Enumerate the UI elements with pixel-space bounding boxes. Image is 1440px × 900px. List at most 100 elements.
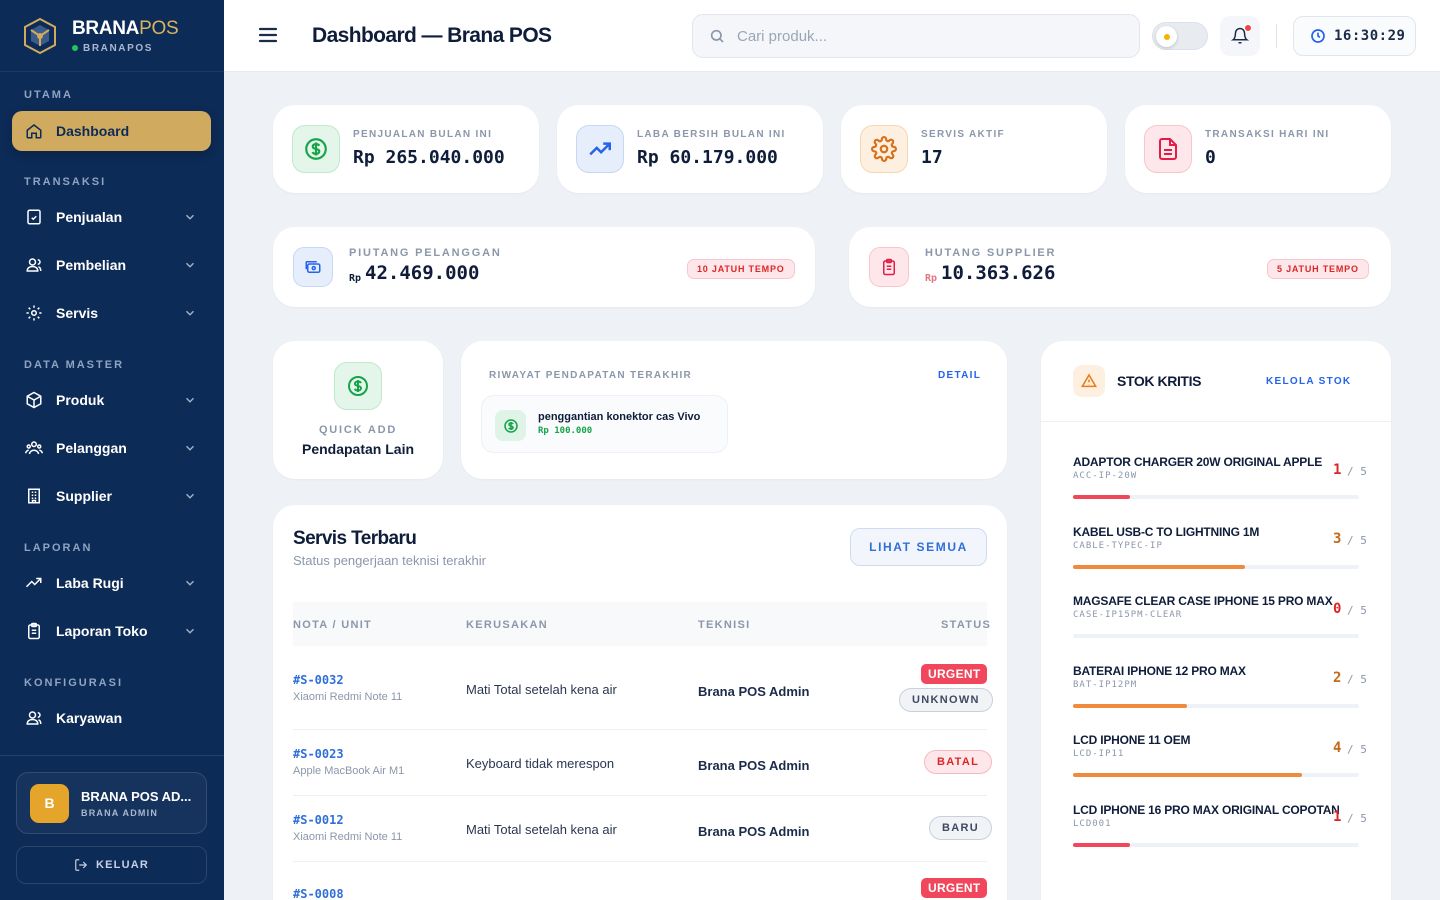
search-box[interactable] (692, 14, 1140, 58)
sidebar-item-produk[interactable]: Produk (12, 380, 211, 420)
detail-link[interactable]: DETAIL (938, 370, 981, 381)
column-header: TEKNISI (698, 619, 751, 631)
user-name: BRANA POS AD... (81, 788, 192, 804)
page-title: Dashboard — Brana POS (312, 24, 552, 47)
nota-link[interactable]: #S-0012 (293, 813, 344, 827)
chevron-down-icon (185, 493, 195, 499)
section-utama: UTAMA (24, 89, 73, 101)
document-icon (1144, 125, 1192, 173)
sidebar-item-karyawan[interactable]: Karyawan (12, 698, 211, 738)
clipboard-icon (24, 621, 44, 641)
users-icon (24, 708, 44, 728)
section-transaksi: TRANSAKSI (24, 176, 107, 188)
stat-value: Rp 60.179.000 (637, 147, 778, 168)
users-icon (24, 255, 44, 275)
dollar-icon (495, 410, 526, 441)
nota-link[interactable]: #S-0032 (293, 673, 344, 687)
gear-icon (24, 303, 44, 323)
stat-card-servis: SERVIS AKTIF 17 (841, 105, 1107, 193)
quick-add-card[interactable]: QUICK ADD Pendapatan Lain (273, 341, 443, 479)
sidebar-item-dashboard[interactable]: Dashboard (12, 111, 211, 151)
sidebar-item-servis[interactable]: Servis (12, 293, 211, 333)
notification-button[interactable] (1220, 16, 1260, 56)
brand[interactable]: BRANAPOS BRANAPOS (0, 0, 224, 72)
column-header: NOTA / UNIT (293, 619, 373, 631)
brand-subtitle: BRANAPOS (83, 42, 154, 54)
menu-icon[interactable] (258, 26, 278, 44)
hutang-card[interactable]: HUTANG SUPPLIER Rp 10.363.626 5 JATUH TEM… (849, 227, 1391, 307)
status-badge: BARU (929, 816, 992, 840)
divider (293, 729, 987, 730)
stat-card-laba: LABA BERSIH BULAN INI Rp 60.179.000 (557, 105, 823, 193)
status-badge: BATAL (924, 750, 993, 774)
sidebar-item-supplier[interactable]: Supplier (12, 476, 211, 516)
divider (1276, 24, 1277, 48)
stat-value: Rp 265.040.000 (353, 147, 505, 168)
quick-add-title: Pendapatan Lain (301, 441, 415, 457)
logout-icon (75, 859, 88, 871)
stat-value: 17 (921, 147, 943, 168)
stock-level-bar (1073, 704, 1359, 708)
income-item[interactable]: penggantian konektor cas Vivo Rp 100.000 (481, 395, 728, 453)
user-card[interactable]: B BRANA POS AD... BRANA ADMIN (16, 772, 207, 834)
due-badge: 5 JATUH TEMPO (1267, 259, 1369, 279)
sidebar-item-pelanggan[interactable]: Pelanggan (12, 428, 211, 468)
notification-dot (1244, 24, 1252, 32)
divider (1041, 421, 1391, 422)
section-konfigurasi: KONFIGURASI (24, 677, 123, 689)
chevron-down-icon (185, 445, 195, 451)
table-header (293, 602, 987, 646)
section-laporan: LAPORAN (24, 542, 93, 554)
dollar-icon (292, 125, 340, 173)
box-icon (24, 390, 44, 410)
stock-level-bar (1073, 565, 1359, 569)
avatar: B (30, 783, 69, 823)
theme-toggle[interactable] (1152, 22, 1208, 50)
column-header: KERUSAKAN (466, 619, 548, 631)
divider (293, 795, 987, 796)
logout-button[interactable]: KELUAR (16, 846, 207, 884)
trend-icon (24, 573, 44, 593)
status-badge: UNKNOWN (899, 688, 993, 712)
nota-link[interactable]: #S-0023 (293, 747, 344, 761)
search-input[interactable] (737, 27, 1117, 45)
services-subtitle: Status pengerjaan teknisi terakhir (293, 553, 486, 568)
dollar-icon (334, 362, 382, 410)
due-badge: 10 JATUH TEMPO (687, 259, 795, 279)
stock-level-bar (1073, 634, 1359, 638)
brand-name: BRANAPOS (72, 17, 179, 39)
sidebar-item-laporan-toko[interactable]: Laporan Toko (12, 611, 211, 651)
stat-card-penjualan: PENJUALAN BULAN INI Rp 265.040.000 (273, 105, 539, 193)
clock-time: 16:30:29 (1334, 28, 1406, 44)
urgent-badge: URGENT (921, 664, 988, 684)
sidebar-item-pembelian[interactable]: Pembelian (12, 245, 211, 285)
sidebar-item-penjualan[interactable]: Penjualan (12, 197, 211, 237)
warning-icon (1073, 365, 1105, 397)
income-item-amount: Rp 100.000 (538, 426, 593, 436)
chevron-down-icon (185, 397, 195, 403)
income-item-name: penggantian konektor cas Vivo (538, 411, 701, 423)
piutang-card[interactable]: PIUTANG PELANGGAN Rp 42.469.000 10 JATUH … (273, 227, 815, 307)
sidebar-item-label: Dashboard (56, 123, 130, 139)
stock-level-bar (1073, 773, 1359, 777)
clipboard-icon (869, 247, 909, 287)
manage-stock-link[interactable]: KELOLA STOK (1266, 376, 1351, 387)
clock-icon (1311, 29, 1325, 43)
piutang-value: Rp 42.469.000 (349, 262, 480, 284)
header: Dashboard — Brana POS 16:30:29 (224, 0, 1440, 72)
stat-card-transaksi: TRANSAKSI HARI INI 0 (1125, 105, 1391, 193)
gear-icon (860, 125, 908, 173)
column-header: STATUS (941, 619, 992, 631)
see-all-button[interactable]: LIHAT SEMUA (850, 528, 987, 566)
chevron-down-icon (185, 310, 195, 316)
income-history-card: RIWAYAT PENDAPATAN TERAKHIR DETAIL pengg… (461, 341, 1007, 479)
chevron-down-icon (185, 580, 195, 586)
stock-level-bar (1073, 495, 1359, 499)
building-icon (24, 486, 44, 506)
stock-level-bar (1073, 843, 1359, 847)
nota-link[interactable]: #S-0008 (293, 887, 344, 900)
stock-title: STOK KRITIS (1117, 373, 1202, 389)
home-icon (24, 121, 44, 141)
sidebar-item-laba-rugi[interactable]: Laba Rugi (12, 563, 211, 603)
online-dot (72, 45, 78, 51)
